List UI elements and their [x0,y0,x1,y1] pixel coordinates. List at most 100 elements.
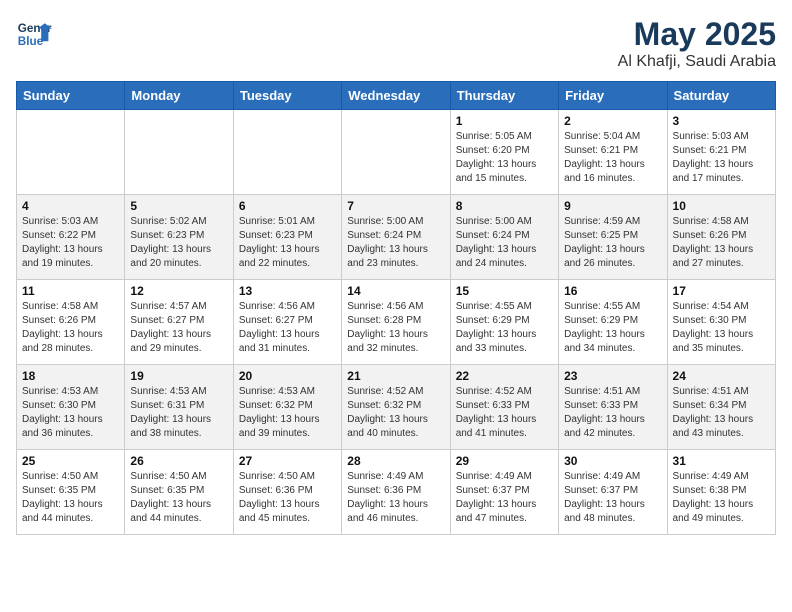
day-info: Sunrise: 4:51 AM Sunset: 6:33 PM Dayligh… [564,385,661,441]
weekday-header-saturday: Saturday [667,82,775,110]
day-info: Sunrise: 4:53 AM Sunset: 6:30 PM Dayligh… [22,385,119,441]
calendar-cell: 27 Sunrise: 4:50 AM Sunset: 6:36 PM Dayli… [233,450,341,535]
calendar-cell [233,110,341,195]
day-info: Sunrise: 4:53 AM Sunset: 6:32 PM Dayligh… [239,385,336,441]
day-info: Sunrise: 4:49 AM Sunset: 6:37 PM Dayligh… [456,470,553,526]
day-info: Sunrise: 4:56 AM Sunset: 6:28 PM Dayligh… [347,300,444,356]
calendar-cell [342,110,450,195]
day-info: Sunrise: 4:49 AM Sunset: 6:38 PM Dayligh… [673,470,770,526]
calendar-cell: 19 Sunrise: 4:53 AM Sunset: 6:31 PM Dayli… [125,365,233,450]
calendar-cell [125,110,233,195]
day-info: Sunrise: 5:02 AM Sunset: 6:23 PM Dayligh… [130,215,227,271]
svg-text:Blue: Blue [18,35,44,48]
calendar-cell: 3 Sunrise: 5:03 AM Sunset: 6:21 PM Daylig… [667,110,775,195]
day-info: Sunrise: 5:03 AM Sunset: 6:22 PM Dayligh… [22,215,119,271]
day-info: Sunrise: 4:59 AM Sunset: 6:25 PM Dayligh… [564,215,661,271]
day-number: 8 [456,199,553,213]
calendar-cell: 28 Sunrise: 4:49 AM Sunset: 6:36 PM Dayli… [342,450,450,535]
day-number: 17 [673,284,770,298]
calendar-cell: 13 Sunrise: 4:56 AM Sunset: 6:27 PM Dayli… [233,280,341,365]
day-info: Sunrise: 5:01 AM Sunset: 6:23 PM Dayligh… [239,215,336,271]
day-number: 13 [239,284,336,298]
day-number: 9 [564,199,661,213]
week-row-2: 4 Sunrise: 5:03 AM Sunset: 6:22 PM Daylig… [17,195,776,280]
day-number: 7 [347,199,444,213]
calendar-cell: 16Sunrise: 4:55 AM Sunset: 6:29 PM Dayli… [559,280,667,365]
day-info: Sunrise: 4:50 AM Sunset: 6:35 PM Dayligh… [22,470,119,526]
location-title: Al Khafji, Saudi Arabia [618,53,776,71]
day-info: Sunrise: 4:58 AM Sunset: 6:26 PM Dayligh… [22,300,119,356]
calendar-cell: 18 Sunrise: 4:53 AM Sunset: 6:30 PM Dayli… [17,365,125,450]
week-row-5: 25 Sunrise: 4:50 AM Sunset: 6:35 PM Dayli… [17,450,776,535]
day-number: 2 [564,114,661,128]
calendar-cell: 17 Sunrise: 4:54 AM Sunset: 6:30 PM Dayli… [667,280,775,365]
day-info: Sunrise: 5:00 AM Sunset: 6:24 PM Dayligh… [347,215,444,271]
week-row-3: 11 Sunrise: 4:58 AM Sunset: 6:26 PM Dayli… [17,280,776,365]
day-info: Sunrise: 4:52 AM Sunset: 6:33 PM Dayligh… [456,385,553,441]
week-row-1: 1Sunrise: 5:05 AM Sunset: 6:20 PM Daylig… [17,110,776,195]
calendar-cell: 4 Sunrise: 5:03 AM Sunset: 6:22 PM Daylig… [17,195,125,280]
day-number: 10 [673,199,770,213]
day-info: Sunrise: 4:56 AM Sunset: 6:27 PM Dayligh… [239,300,336,356]
day-number: 11 [22,284,119,298]
weekday-header-monday: Monday [125,82,233,110]
day-info: Sunrise: 4:53 AM Sunset: 6:31 PM Dayligh… [130,385,227,441]
day-info: Sunrise: 4:49 AM Sunset: 6:36 PM Dayligh… [347,470,444,526]
calendar-cell: 15Sunrise: 4:55 AM Sunset: 6:29 PM Dayli… [450,280,558,365]
calendar-cell: 8 Sunrise: 5:00 AM Sunset: 6:24 PM Daylig… [450,195,558,280]
day-number: 29 [456,454,553,468]
title-area: May 2025 Al Khafji, Saudi Arabia [618,16,776,71]
calendar-cell: 1Sunrise: 5:05 AM Sunset: 6:20 PM Daylig… [450,110,558,195]
calendar-table: SundayMondayTuesdayWednesdayThursdayFrid… [16,81,776,535]
calendar-cell: 11 Sunrise: 4:58 AM Sunset: 6:26 PM Dayli… [17,280,125,365]
calendar-cell: 7 Sunrise: 5:00 AM Sunset: 6:24 PM Daylig… [342,195,450,280]
day-number: 25 [22,454,119,468]
weekday-header-friday: Friday [559,82,667,110]
calendar-cell: 24Sunrise: 4:51 AM Sunset: 6:34 PM Dayli… [667,365,775,450]
calendar-cell: 21Sunrise: 4:52 AM Sunset: 6:32 PM Dayli… [342,365,450,450]
day-number: 14 [347,284,444,298]
calendar-cell: 20 Sunrise: 4:53 AM Sunset: 6:32 PM Dayli… [233,365,341,450]
calendar-cell: 10Sunrise: 4:58 AM Sunset: 6:26 PM Dayli… [667,195,775,280]
calendar-cell: 25 Sunrise: 4:50 AM Sunset: 6:35 PM Dayli… [17,450,125,535]
logo: General Blue [16,16,52,52]
day-number: 22 [456,369,553,383]
calendar-cell: 22 Sunrise: 4:52 AM Sunset: 6:33 PM Dayli… [450,365,558,450]
day-info: Sunrise: 5:05 AM Sunset: 6:20 PM Dayligh… [456,130,553,186]
day-number: 4 [22,199,119,213]
day-number: 28 [347,454,444,468]
day-number: 12 [130,284,227,298]
day-number: 27 [239,454,336,468]
weekday-header-sunday: Sunday [17,82,125,110]
day-info: Sunrise: 4:50 AM Sunset: 6:36 PM Dayligh… [239,470,336,526]
page-header: General Blue May 2025 Al Khafji, Saudi A… [16,16,776,71]
weekday-header-row: SundayMondayTuesdayWednesdayThursdayFrid… [17,82,776,110]
day-number: 19 [130,369,227,383]
day-number: 6 [239,199,336,213]
calendar-cell: 6 Sunrise: 5:01 AM Sunset: 6:23 PM Daylig… [233,195,341,280]
calendar-cell: 26 Sunrise: 4:50 AM Sunset: 6:35 PM Dayli… [125,450,233,535]
day-number: 3 [673,114,770,128]
day-number: 26 [130,454,227,468]
day-info: Sunrise: 4:52 AM Sunset: 6:32 PM Dayligh… [347,385,444,441]
day-number: 18 [22,369,119,383]
day-info: Sunrise: 5:00 AM Sunset: 6:24 PM Dayligh… [456,215,553,271]
day-number: 20 [239,369,336,383]
day-number: 24 [673,369,770,383]
day-info: Sunrise: 4:50 AM Sunset: 6:35 PM Dayligh… [130,470,227,526]
day-info: Sunrise: 5:04 AM Sunset: 6:21 PM Dayligh… [564,130,661,186]
logo-icon: General Blue [16,16,52,52]
calendar-cell: 14 Sunrise: 4:56 AM Sunset: 6:28 PM Dayli… [342,280,450,365]
day-info: Sunrise: 4:54 AM Sunset: 6:30 PM Dayligh… [673,300,770,356]
day-number: 15 [456,284,553,298]
month-title: May 2025 [618,16,776,53]
calendar-cell: 9 Sunrise: 4:59 AM Sunset: 6:25 PM Daylig… [559,195,667,280]
calendar-cell: 5Sunrise: 5:02 AM Sunset: 6:23 PM Daylig… [125,195,233,280]
day-info: Sunrise: 5:03 AM Sunset: 6:21 PM Dayligh… [673,130,770,186]
calendar-cell: 2 Sunrise: 5:04 AM Sunset: 6:21 PM Daylig… [559,110,667,195]
day-info: Sunrise: 4:57 AM Sunset: 6:27 PM Dayligh… [130,300,227,356]
week-row-4: 18 Sunrise: 4:53 AM Sunset: 6:30 PM Dayli… [17,365,776,450]
calendar-cell: 12 Sunrise: 4:57 AM Sunset: 6:27 PM Dayli… [125,280,233,365]
calendar-cell: 30Sunrise: 4:49 AM Sunset: 6:37 PM Dayli… [559,450,667,535]
weekday-header-wednesday: Wednesday [342,82,450,110]
